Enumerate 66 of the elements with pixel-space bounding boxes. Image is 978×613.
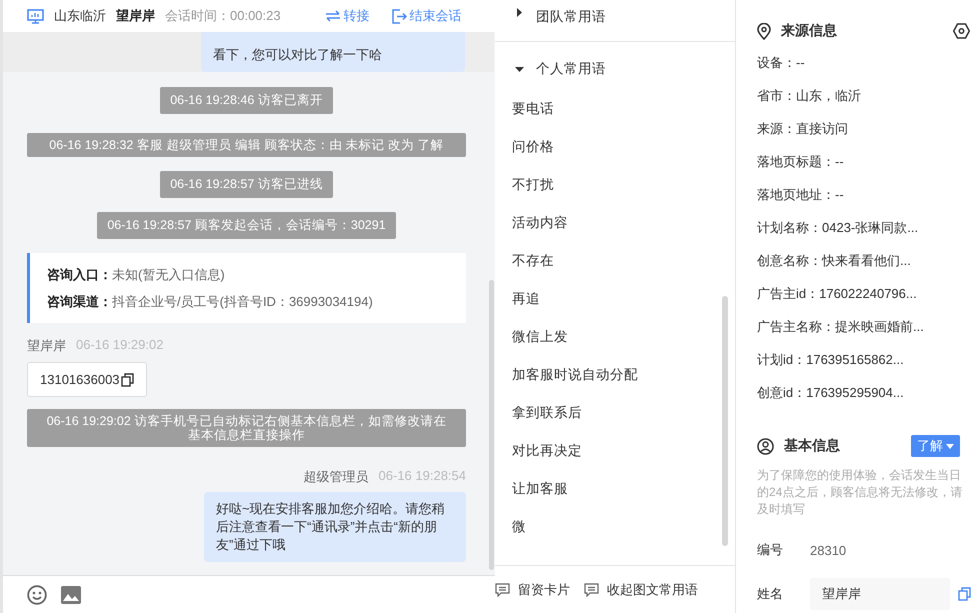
monitor-icon [27,8,44,24]
source-field: 落地页标题：-- [757,145,978,178]
location-pin-icon [757,22,771,40]
image-icon[interactable] [61,586,81,604]
entry-info-line: 咨询入口：未知(暂无入口信息) [47,266,226,284]
system-notice: 06-16 19:28:57 访客已进线 [160,171,333,198]
caret-down-icon [946,444,954,448]
source-field: 广告主id：176022240796... [757,277,978,310]
footer-action[interactable]: 留资卡片 [495,580,570,598]
phone-number: 13101636003 [40,372,120,387]
swap-arrows-icon [324,10,341,22]
source-field: 设备：-- [757,46,978,79]
source-field: 省市：山东，临沂 [757,79,978,112]
phrase-item[interactable]: 要电话 [495,90,735,128]
source-field: 落地页地址：-- [757,178,978,211]
phrase-item[interactable]: 不存在 [495,242,735,280]
message-bubble: 好哒~现在安排客服加您介绍哈。请您稍后注意查看一下“通讯录”并点击“新的朋友”通过下哦 [204,492,466,562]
message-time: 06-16 19:29:02 [76,337,164,354]
field-label: 姓名 [757,585,784,603]
source-field: 创意id：176395295904... [757,376,978,409]
caret-down-icon [515,64,524,74]
visitor-name: 望岸岸 [116,7,155,25]
phrase-item[interactable]: 活动内容 [495,204,735,242]
sender-name: 超级管理员 [304,468,369,486]
section-title: 基本信息 [784,437,840,455]
exit-icon [392,8,407,24]
message-icon [495,582,510,596]
source-field: 计划名称：0423-张琳同款... [757,211,978,244]
session-time: 会话时间：00:00:23 [165,7,281,25]
phrase-item[interactable]: 对比再决定 [495,432,735,470]
message-time: 06-16 19:28:54 [378,468,466,485]
system-notice: 06-16 19:28:46 访客已离开 [160,87,333,114]
phrase-item[interactable]: 问价格 [495,128,735,166]
emoji-icon[interactable] [27,584,47,604]
phrase-item[interactable]: 加客服时说自动分配 [495,356,735,394]
message-icon [584,582,599,596]
message-bubble: 看下，您可以对比了解一下哈 [201,32,465,72]
scrollbar[interactable] [489,280,494,570]
phrase-item[interactable]: 拿到联系后 [495,394,735,432]
field-value: 28310 [810,542,846,558]
system-notice: 06-16 19:28:32 客服 超级管理员 编辑 顾客状态：由 未标记 改为 了解 [27,133,466,157]
name-field[interactable]: 望岸岸 [810,578,950,610]
sender-name: 望岸岸 [27,337,66,355]
source-field: 创意名称：快来看看他们... [757,244,978,277]
phrase-group-header[interactable]: 个人常用语 [495,54,735,84]
source-field: 计划id：176395165862... [757,343,978,376]
phrase-item[interactable]: 让加客服 [495,470,735,508]
phrase-item[interactable]: 微信上发 [495,318,735,356]
phrase-item[interactable]: 微 [495,508,735,546]
phrase-item[interactable]: 再追 [495,280,735,318]
scrollbar[interactable] [722,296,728,546]
system-notice: 06-16 19:28:57 顾客发起会话，会话编号：30291 [97,212,396,239]
copy-icon[interactable] [120,372,134,386]
caret-right-icon [515,8,524,17]
source-field: 来源：直接访问 [757,112,978,145]
system-notice: 06-16 19:29:02 访客手机号已自动标记右侧基本信息栏，如需修改请在基本信息栏直接操作 [27,409,466,447]
field-label: 编号 [757,541,784,559]
user-circle-icon [757,438,774,454]
section-title: 来源信息 [781,22,837,40]
settings-icon[interactable] [953,23,970,39]
visitor-location: 山东临沂 [54,7,106,25]
notice-text: 为了保障您的使用体验，会话发生当日的24点之后，顾客信息将无法修改，请及时填写 [757,467,964,518]
footer-action[interactable]: 收起图文常用语 [584,580,698,598]
entry-info-line: 咨询渠道：抖音企业号/员工号(抖音号ID：36993034194) [47,293,374,311]
source-field: 广告主名称：提米映画婚前... [757,310,978,343]
phrase-item[interactable]: 不打扰 [495,166,735,204]
